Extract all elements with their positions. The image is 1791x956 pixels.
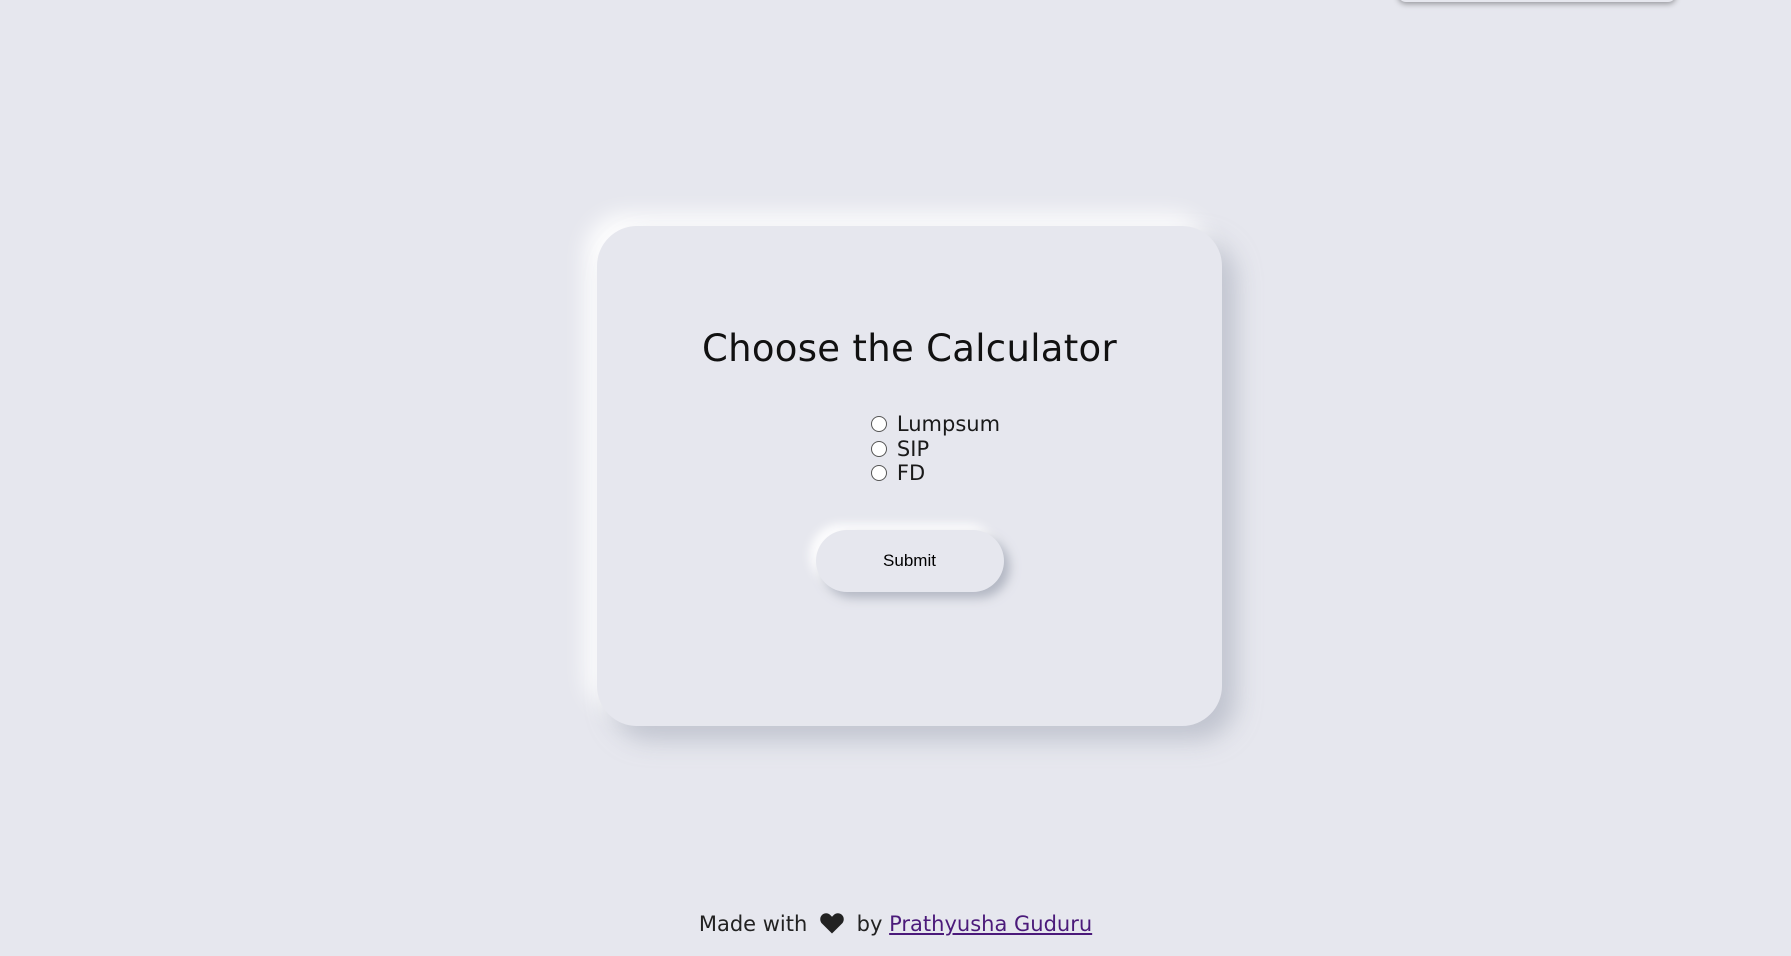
- page-title: Choose the Calculator: [701, 327, 1118, 370]
- author-link[interactable]: Prathyusha Guduru: [889, 912, 1092, 936]
- heart-icon: [820, 913, 844, 939]
- option-label-lumpsum: Lumpsum: [896, 412, 1001, 437]
- option-label-fd: FD: [896, 461, 926, 486]
- page: Choose the Calculator Lumpsum SIP FD Sub…: [0, 0, 1791, 956]
- radio-fd[interactable]: [870, 465, 887, 482]
- footer-by: by: [856, 912, 883, 936]
- option-fd[interactable]: FD: [870, 461, 926, 486]
- top-toolbar-edge: [1398, 0, 1676, 2]
- option-sip[interactable]: SIP: [870, 436, 930, 462]
- submit-button[interactable]: Submit: [815, 529, 1004, 592]
- radio-lumpsum[interactable]: [870, 416, 887, 433]
- calculator-chooser-card: Choose the Calculator Lumpsum SIP FD Sub…: [597, 226, 1222, 726]
- radio-sip[interactable]: [870, 440, 887, 457]
- option-lumpsum[interactable]: Lumpsum: [870, 412, 1001, 437]
- option-label-sip: SIP: [896, 436, 930, 461]
- footer: Made with by Prathyusha Guduru: [0, 912, 1791, 939]
- footer-prefix: Made with: [698, 912, 808, 936]
- calculator-options: Lumpsum SIP FD: [870, 412, 1001, 486]
